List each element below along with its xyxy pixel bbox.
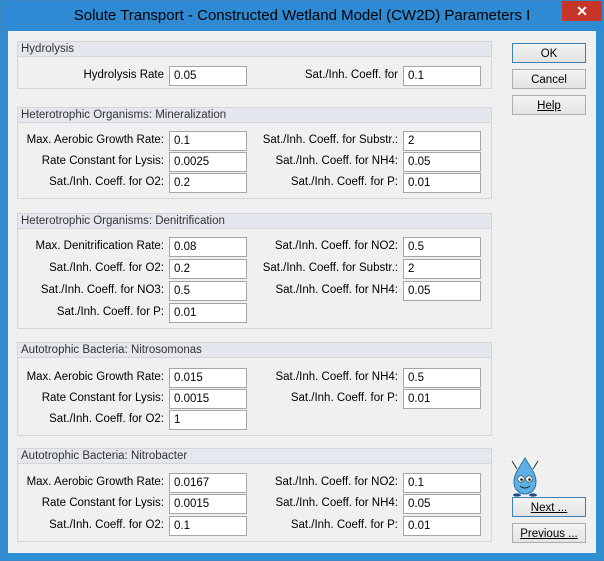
lysis-rate-label: Rate Constant for Lysis:: [41, 155, 164, 167]
sat-no2-label: Sat./Inh. Coeff. for NO2:: [274, 240, 398, 252]
group-hetero-denitrification: Heterotrophic Organisms: Denitrification…: [17, 213, 492, 329]
sat-nh4-input[interactable]: 0.5: [403, 368, 481, 388]
sat-nh4-label: Sat./Inh. Coeff. for NH4:: [275, 497, 398, 509]
sat-o2-input[interactable]: 1: [169, 410, 247, 430]
group-hetero-mineralization: Heterotrophic Organisms: Mineralization …: [17, 107, 492, 199]
sat-nh4-label: Sat./Inh. Coeff. for NH4:: [275, 371, 398, 383]
sat-nh4-input[interactable]: 0.05: [403, 281, 481, 301]
sat-substr-input[interactable]: 2: [403, 131, 481, 151]
group-title: Autotrophic Bacteria: Nitrosomonas: [18, 343, 491, 358]
hydrolysis-sat-label: Sat./Inh. Coeff. for: [304, 69, 398, 81]
group-nitrosomonas: Autotrophic Bacteria: Nitrosomonas Max. …: [17, 342, 492, 436]
sat-no2-label: Sat./Inh. Coeff. for NO2:: [274, 476, 398, 488]
max-aerobic-growth-label: Max. Aerobic Growth Rate:: [26, 476, 164, 488]
dialog-window: Solute Transport - Constructed Wetland M…: [0, 0, 604, 561]
title-bar[interactable]: Solute Transport - Constructed Wetland M…: [1, 1, 603, 31]
sat-nh4-label: Sat./Inh. Coeff. for NH4:: [275, 155, 398, 167]
max-aerobic-growth-label: Max. Aerobic Growth Rate:: [26, 371, 164, 383]
sat-substr-label: Sat./Inh. Coeff. for Substr.:: [262, 134, 398, 146]
sat-o2-label: Sat./Inh. Coeff. for O2:: [49, 413, 164, 425]
hydrolysis-sat-input[interactable]: 0.1: [403, 66, 481, 86]
lysis-rate-label: Rate Constant for Lysis:: [41, 497, 164, 509]
group-title: Heterotrophic Organisms: Mineralization: [18, 108, 491, 123]
ok-button[interactable]: OK: [512, 43, 586, 63]
previous-button-label: Previous ...: [520, 528, 578, 540]
sat-p-input[interactable]: 0.01: [169, 303, 247, 323]
sat-o2-label: Sat./Inh. Coeff. for O2:: [49, 262, 164, 274]
sat-nh4-label: Sat./Inh. Coeff. for NH4:: [275, 284, 398, 296]
sat-p-input[interactable]: 0.01: [403, 516, 481, 536]
dialog-client-area: Hydrolysis Hydrolysis Rate 0.05 Sat./Inh…: [8, 31, 596, 553]
sat-p-label: Sat./Inh. Coeff. for P:: [56, 306, 164, 318]
next-button[interactable]: Next ...: [512, 497, 586, 517]
cancel-button[interactable]: Cancel: [512, 69, 586, 89]
sat-no2-input[interactable]: 0.5: [403, 237, 481, 257]
sat-o2-label: Sat./Inh. Coeff. for O2:: [49, 519, 164, 531]
group-title: Hydrolysis: [18, 42, 491, 57]
max-aerobic-growth-label: Max. Aerobic Growth Rate:: [26, 134, 164, 146]
sat-p-label: Sat./Inh. Coeff. for P:: [290, 176, 398, 188]
lysis-rate-label: Rate Constant for Lysis:: [41, 392, 164, 404]
close-button[interactable]: ✕: [562, 1, 602, 21]
group-title: Heterotrophic Organisms: Denitrification: [18, 214, 491, 229]
max-denitrification-label: Max. Denitrification Rate:: [35, 240, 164, 252]
sat-p-input[interactable]: 0.01: [403, 389, 481, 409]
previous-button[interactable]: Previous ...: [512, 523, 586, 543]
sat-nh4-input[interactable]: 0.05: [403, 152, 481, 172]
sat-p-label: Sat./Inh. Coeff. for P:: [290, 519, 398, 531]
sat-nh4-input[interactable]: 0.05: [403, 494, 481, 514]
help-button-label: Help: [537, 100, 561, 112]
hydrolysis-rate-input[interactable]: 0.05: [169, 66, 247, 86]
group-hydrolysis: Hydrolysis Hydrolysis Rate 0.05 Sat./Inh…: [17, 41, 492, 89]
window-title: Solute Transport - Constructed Wetland M…: [73, 7, 531, 24]
sat-no2-input[interactable]: 0.1: [403, 473, 481, 493]
next-button-label: Next ...: [530, 502, 568, 514]
water-drop-mascot-icon: [508, 455, 542, 497]
hydrolysis-rate-label: Hydrolysis Rate: [83, 69, 164, 81]
sat-substr-label: Sat./Inh. Coeff. for Substr.:: [262, 262, 398, 274]
sat-p-label: Sat./Inh. Coeff. for P:: [290, 392, 398, 404]
sat-p-input[interactable]: 0.01: [403, 173, 481, 193]
sat-no3-label: Sat./Inh. Coeff. for NO3:: [40, 284, 164, 296]
group-nitrobacter: Autotrophic Bacteria: Nitrobacter Max. A…: [17, 448, 492, 542]
sat-o2-label: Sat./Inh. Coeff. for O2:: [49, 176, 164, 188]
help-button[interactable]: Help: [512, 95, 586, 115]
sat-substr-input[interactable]: 2: [403, 259, 481, 279]
group-title: Autotrophic Bacteria: Nitrobacter: [18, 449, 491, 464]
